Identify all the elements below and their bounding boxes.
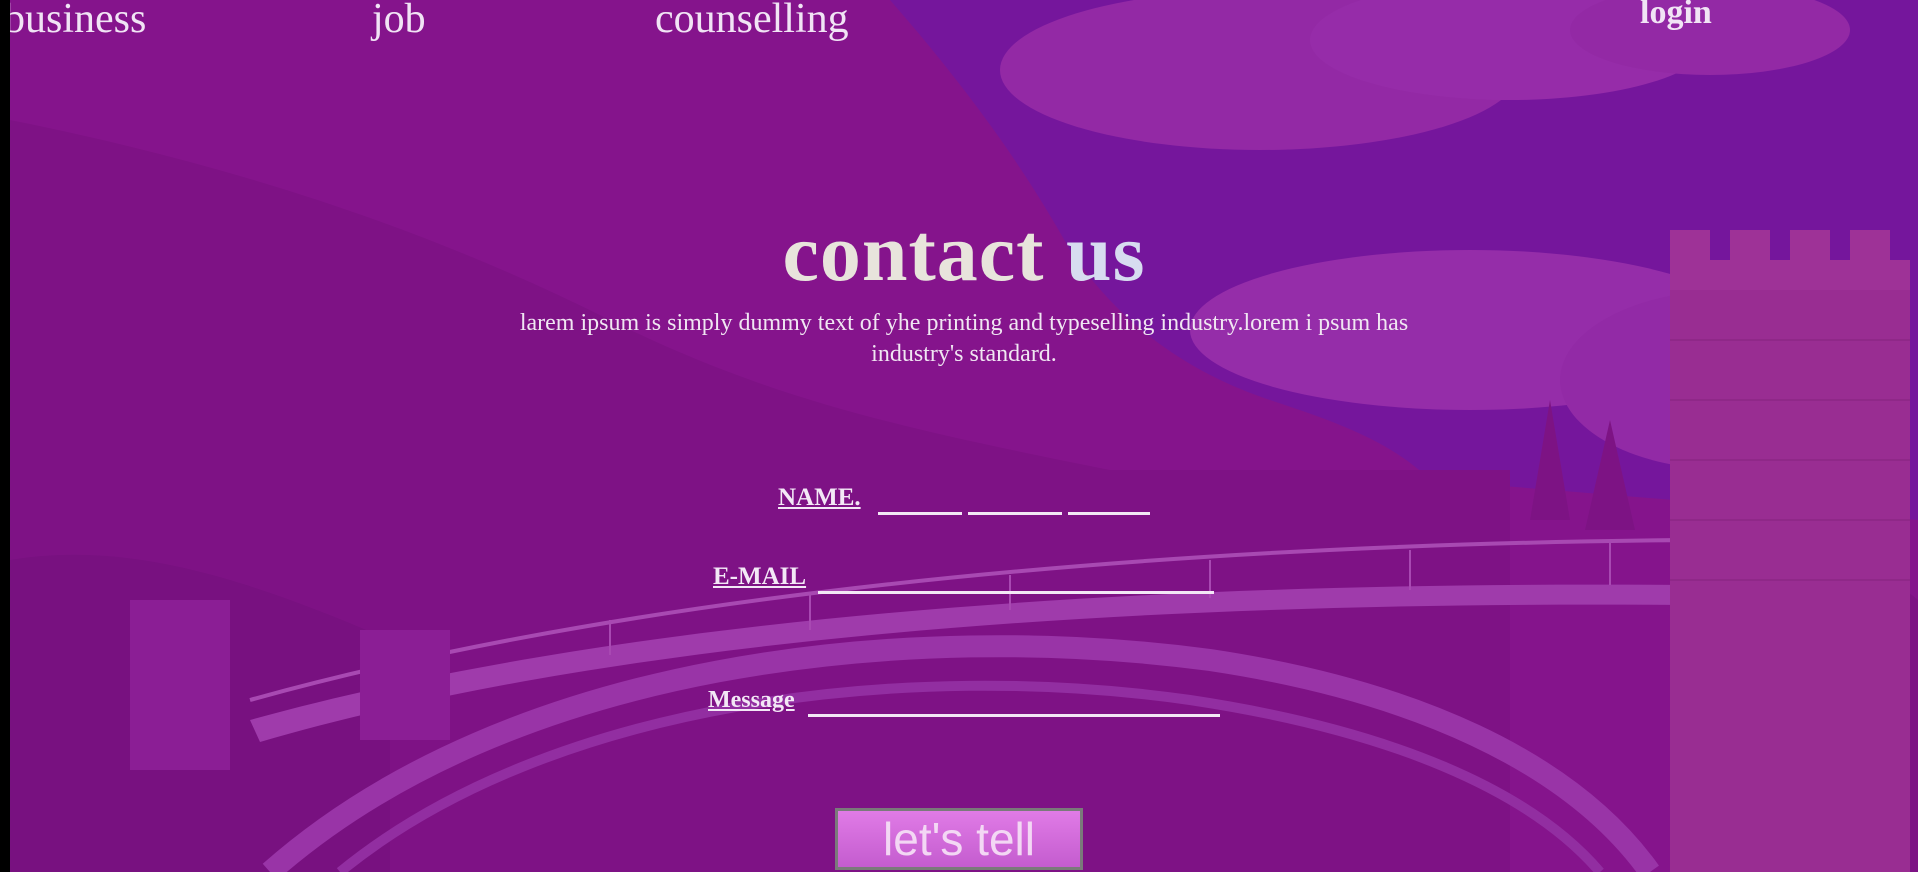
nav-business-link[interactable]: business bbox=[10, 0, 146, 44]
page-title: contact us bbox=[10, 212, 1918, 294]
email-label: E-MAIL bbox=[713, 563, 807, 590]
page-title-part1: contact bbox=[782, 207, 1045, 298]
nav-job-link[interactable]: job bbox=[372, 0, 426, 44]
purple-overlay bbox=[10, 0, 1918, 872]
first-name-field[interactable] bbox=[878, 512, 962, 515]
page-title-part2: us bbox=[1066, 207, 1146, 298]
page-subtitle: larem ipsum is simply dummy text of yhe … bbox=[519, 310, 1409, 367]
message-field[interactable] bbox=[808, 714, 1220, 717]
last-name-field[interactable] bbox=[1068, 512, 1150, 515]
nav-counselling-link[interactable]: counselling bbox=[655, 0, 849, 44]
contact-page: business job counselling login contact u… bbox=[10, 0, 1918, 872]
login-link[interactable]: login bbox=[1640, 0, 1712, 32]
message-label: Message bbox=[708, 687, 795, 713]
email-field[interactable] bbox=[818, 591, 1214, 594]
name-label: NAME. bbox=[778, 484, 861, 511]
submit-button[interactable]: let's tell bbox=[835, 808, 1083, 870]
middle-name-field[interactable] bbox=[968, 512, 1062, 515]
